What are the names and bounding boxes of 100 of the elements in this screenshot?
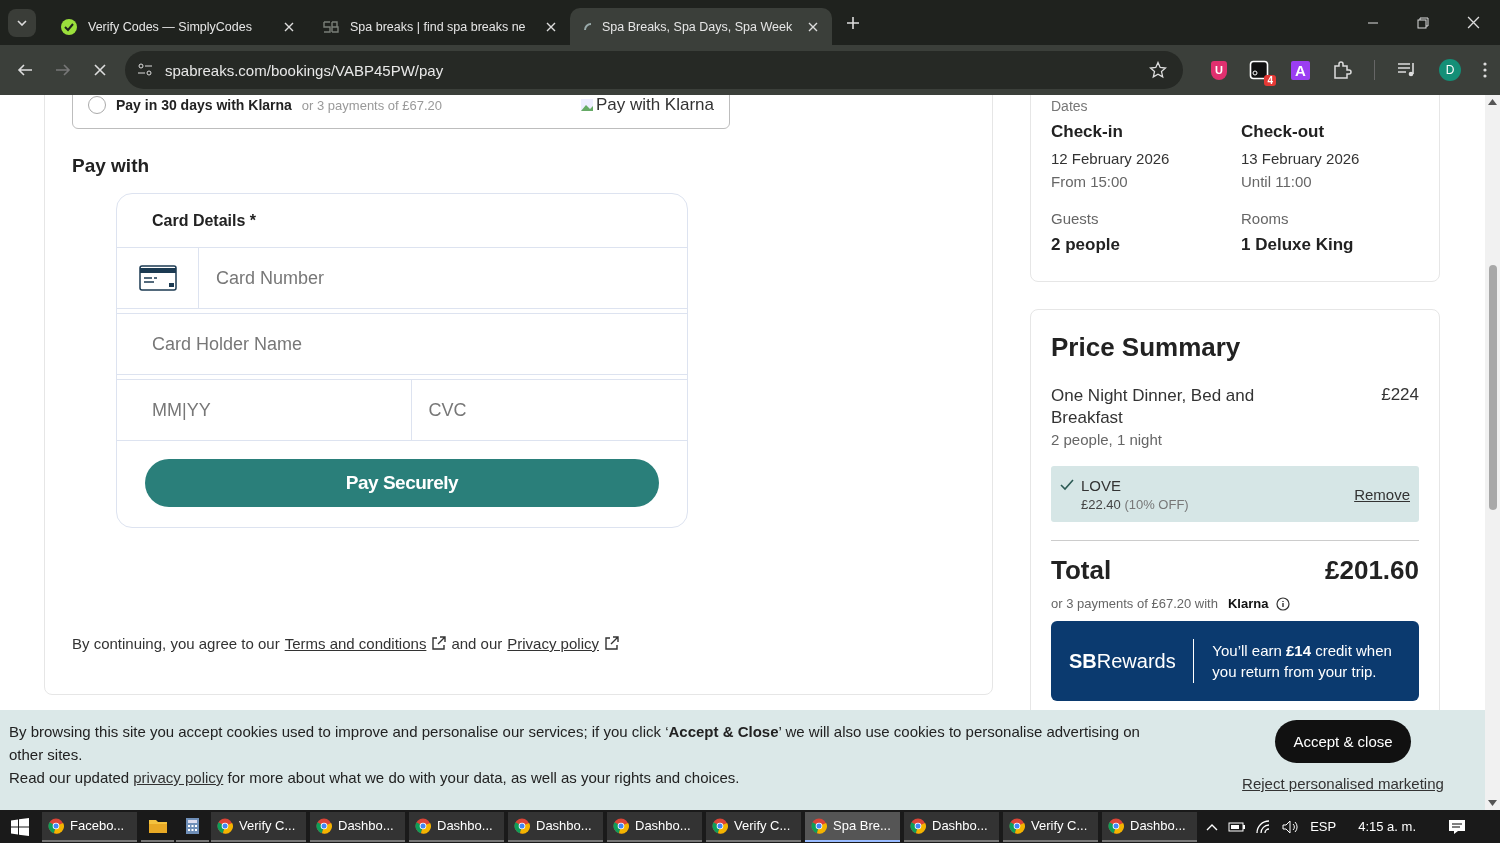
cookie-text: Read our updated privacy policy for more about what we do with your data, as well as your rights and choices. <box>9 768 741 788</box>
clock[interactable]: 4:15 a. m. <box>1358 819 1416 834</box>
option-label: Pay in 30 days with Klarna <box>116 97 292 113</box>
consent-text: and our <box>451 635 503 652</box>
taskbar-app[interactable]: Verify C... <box>1003 811 1098 842</box>
detail-note: Until 11:00 <box>1241 173 1313 190</box>
credit-card-icon <box>138 265 177 291</box>
detail-value: 13 February 2026 <box>1241 150 1361 167</box>
detail-value: 1 Deluxe King <box>1241 235 1355 255</box>
external-link-icon[interactable] <box>431 636 447 651</box>
card-holder-field[interactable]: Card Holder Name <box>117 314 687 374</box>
media-icon[interactable] <box>1397 61 1417 79</box>
close-icon[interactable] <box>808 21 818 32</box>
browser-icon <box>811 817 827 834</box>
address-bar[interactable]: spabreaks.com/bookings/VABP45PW/pay <box>125 51 1183 89</box>
taskbar-app[interactable]: Spa Bre... <box>805 811 900 842</box>
windows-start-icon[interactable] <box>11 817 29 836</box>
caret-icon <box>17 19 27 26</box>
taskbar-app[interactable]: Dashbo... <box>310 811 405 842</box>
notifications-icon[interactable] <box>1448 818 1466 835</box>
item-detail: 2 people, 1 night <box>1051 431 1163 448</box>
info-icon[interactable] <box>1276 596 1291 611</box>
restore-icon[interactable] <box>1417 16 1429 29</box>
browser-tab[interactable]: Verify Codes — SimplyCodes <box>46 8 308 45</box>
item-name: One Night Dinner, Bed and Breakfast <box>1051 385 1256 429</box>
accept-button[interactable]: Accept & close <box>1275 720 1411 763</box>
expiry-field[interactable]: MM|YY <box>117 380 411 440</box>
menu-icon[interactable] <box>1483 62 1487 78</box>
external-link-icon[interactable] <box>603 636 619 651</box>
installments-text: or 3 payments of £67.20 with <box>1051 596 1218 611</box>
rewards-text: You’ll earn £14 credit when you return from your trip. <box>1211 641 1393 682</box>
extension-icon[interactable] <box>1249 60 1269 80</box>
card-number-field[interactable]: Card Number <box>199 248 687 308</box>
rewards-logo: SBRewards <box>1068 649 1177 673</box>
scroll-down-icon[interactable] <box>1488 800 1497 806</box>
browser-tab[interactable]: Spa Breaks, Spa Days, Spa Week <box>570 8 832 45</box>
taskbar-app[interactable]: Dashbo... <box>1102 811 1197 842</box>
detail-label: Check-in <box>1051 122 1124 142</box>
total-amount: £201.60 <box>1325 555 1419 586</box>
taskbar-app[interactable]: Dashbo... <box>607 811 702 842</box>
close-icon[interactable] <box>546 21 556 32</box>
close-icon[interactable] <box>1467 16 1480 29</box>
taskbar-app[interactable]: Verify C... <box>706 811 801 842</box>
new-tab-icon[interactable] <box>846 15 860 30</box>
taskbar-app[interactable]: Verify C... <box>211 811 306 842</box>
section-heading: Pay with <box>72 155 151 177</box>
klarna-logo: Klarna <box>1227 596 1269 611</box>
taskbar-app[interactable]: Dashbo... <box>904 811 999 842</box>
scrollbar-thumb[interactable] <box>1488 265 1497 510</box>
detail-value: 12 February 2026 <box>1051 150 1171 167</box>
privacy-link[interactable]: Privacy policy <box>507 635 599 652</box>
discount-code: LOVE <box>1081 476 1123 494</box>
folder-icon <box>148 818 167 833</box>
scrollbar[interactable] <box>1485 95 1500 810</box>
pay-button[interactable]: Pay Securely <box>145 459 659 507</box>
taskbar-app[interactable]: Facebo... <box>42 811 137 842</box>
profile-avatar[interactable]: D <box>1439 59 1461 81</box>
calculator-icon <box>186 817 199 834</box>
tab-search-button[interactable] <box>8 8 36 37</box>
scroll-up-icon[interactable] <box>1488 99 1497 105</box>
klarna-option[interactable]: Pay in 30 days with Klarna or 3 payments of £67.20 Pay with Klarna <box>72 95 730 129</box>
puzzle-icon[interactable] <box>1332 60 1352 80</box>
total-label: Total <box>1051 555 1112 586</box>
browser-icon <box>514 817 530 834</box>
detail-note: From 15:00 <box>1051 173 1129 190</box>
reject-link[interactable]: Reject personalised marketing <box>1242 775 1444 792</box>
close-icon[interactable] <box>284 21 294 32</box>
cvc-field[interactable]: CVC <box>410 380 687 440</box>
remove-link[interactable]: Remove <box>1354 485 1410 503</box>
browser-tab[interactable]: Spa breaks | find spa breaks ne <box>308 8 570 45</box>
chevron-up-icon[interactable] <box>1206 822 1219 831</box>
detail-label: Rooms <box>1241 210 1290 227</box>
count-badge: 4 <box>1264 75 1276 86</box>
shield-extension-icon[interactable]: U <box>1211 60 1227 80</box>
terms-link[interactable]: Terms and conditions <box>284 635 427 652</box>
browser-icon <box>217 817 233 834</box>
card-title: Price Summary <box>1051 332 1242 363</box>
broken-image-icon <box>579 98 594 112</box>
browser-icon <box>1009 817 1025 834</box>
image-alt-text: Pay with Klarna <box>595 95 714 115</box>
taskbar-app[interactable]: Dashbo... <box>409 811 504 842</box>
back-icon[interactable] <box>17 62 33 78</box>
extension-icon[interactable]: A <box>1291 60 1310 80</box>
star-icon[interactable] <box>1149 61 1167 79</box>
site-settings-icon[interactable] <box>137 62 153 78</box>
browser-icon <box>712 817 728 834</box>
browser-icon <box>613 817 629 834</box>
forward-icon[interactable] <box>55 62 71 78</box>
browser-icon <box>910 817 926 834</box>
speaker-icon[interactable] <box>1282 819 1301 834</box>
stop-icon[interactable] <box>93 63 107 77</box>
section-label: Dates <box>1051 98 1089 114</box>
check-icon <box>60 17 78 36</box>
form-title: Card Details * <box>152 211 257 230</box>
battery-icon[interactable] <box>1228 820 1247 833</box>
privacy-link[interactable]: privacy policy <box>133 769 224 786</box>
taskbar-app[interactable]: Dashbo... <box>508 811 603 842</box>
discount-amount: £22.40 <box>1081 496 1121 512</box>
browser-icon <box>48 817 64 834</box>
language-indicator[interactable]: ESP <box>1310 819 1337 834</box>
